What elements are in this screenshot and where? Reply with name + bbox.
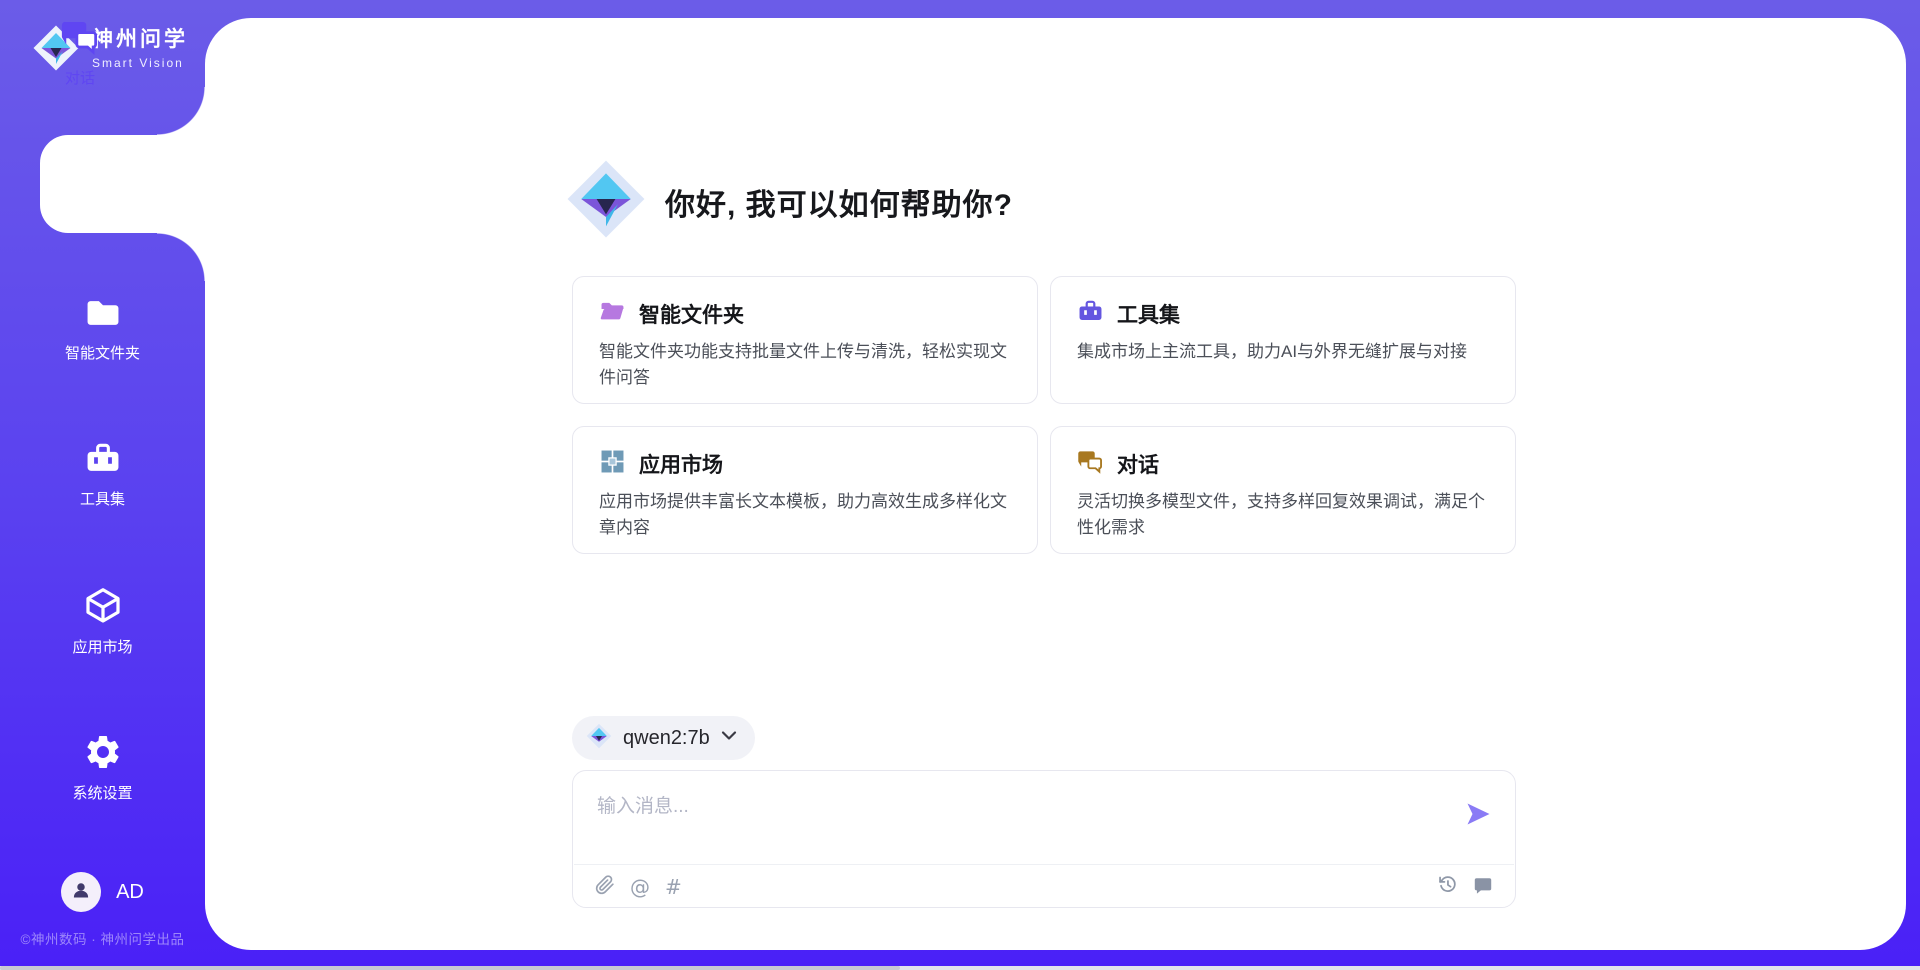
greeting-row: 你好, 我可以如何帮助你? xyxy=(565,158,1013,245)
diamond-logo-icon xyxy=(586,723,612,754)
message-input[interactable] xyxy=(573,771,1423,859)
main-panel: 你好, 我可以如何帮助你? 智能文件夹 智能文件夹功能支持批量文件上传与清洗，轻… xyxy=(205,18,1906,950)
grid-icon xyxy=(599,448,626,480)
card-title: 应用市场 xyxy=(639,449,723,479)
horizontal-scrollbar-thumb[interactable] xyxy=(0,966,900,970)
sidebar-item-chat[interactable] xyxy=(40,135,205,233)
model-selector[interactable]: qwen2:7b xyxy=(572,716,755,760)
card-description: 灵活切换多模型文件，支持多样回复效果调试，满足个性化需求 xyxy=(1077,489,1489,540)
message-composer: @ # xyxy=(572,770,1516,908)
card-smart-folder[interactable]: 智能文件夹 智能文件夹功能支持批量文件上传与清洗，轻松实现文件问答 xyxy=(572,276,1038,404)
attach-file-button[interactable] xyxy=(595,874,615,900)
composer-toolbar: @ # xyxy=(573,865,1515,908)
chevron-down-icon xyxy=(721,729,737,747)
sidebar-item-smart-folder[interactable]: 智能文件夹 xyxy=(0,294,205,361)
card-title: 工具集 xyxy=(1117,299,1180,329)
card-description: 应用市场提供丰富长文本模板，助力高效生成多样化文章内容 xyxy=(599,489,1011,540)
sidebar-item-label: 工具集 xyxy=(80,492,125,507)
history-button[interactable] xyxy=(1437,874,1458,899)
horizontal-scrollbar[interactable] xyxy=(0,966,1920,970)
card-app-market[interactable]: 应用市场 应用市场提供丰富长文本模板，助力高效生成多样化文章内容 xyxy=(572,426,1038,554)
sidebar: 神州问学 Smart Vision 对话 智能文件夹 xyxy=(0,0,205,970)
hash-icon: # xyxy=(665,877,682,897)
at-icon: @ xyxy=(630,877,650,897)
gear-icon xyxy=(83,732,123,777)
feature-cards: 智能文件夹 智能文件夹功能支持批量文件上传与清洗，轻松实现文件问答 工具集 集成… xyxy=(572,276,1516,554)
paperclip-icon xyxy=(595,874,615,900)
card-description: 集成市场上主流工具，助力AI与外界无缝扩展与对接 xyxy=(1077,339,1489,365)
sidebar-item-label: 系统设置 xyxy=(72,786,132,801)
card-description: 智能文件夹功能支持批量文件上传与清洗，轻松实现文件问答 xyxy=(599,339,1011,390)
card-title: 对话 xyxy=(1117,449,1159,479)
folder-open-icon xyxy=(599,298,626,330)
chat-icon xyxy=(60,17,100,62)
tab-fillet-top xyxy=(157,87,205,135)
person-icon xyxy=(69,878,93,907)
sidebar-item-label: 对话 xyxy=(65,71,95,86)
send-icon xyxy=(1464,815,1492,830)
chat-icon xyxy=(1077,448,1104,480)
sidebar-item-label: 应用市场 xyxy=(72,640,132,655)
page-title: 你好, 我可以如何帮助你? xyxy=(665,180,1013,224)
user-initials: AD xyxy=(116,881,144,904)
sidebar-item-app-market[interactable]: 应用市场 xyxy=(0,586,205,655)
folder-icon xyxy=(83,294,123,337)
avatar xyxy=(61,872,101,912)
card-title: 智能文件夹 xyxy=(639,299,744,329)
mention-button[interactable]: @ xyxy=(630,877,650,897)
brand-diamond-logo-icon xyxy=(565,158,647,245)
cube-icon xyxy=(83,586,123,631)
user-account[interactable]: AD xyxy=(0,872,205,912)
sidebar-item-label: 智能文件夹 xyxy=(65,346,140,361)
feedback-button[interactable] xyxy=(1473,875,1493,899)
tab-fillet-bottom xyxy=(157,233,205,281)
history-icon xyxy=(1437,874,1458,899)
send-button[interactable] xyxy=(1463,801,1493,829)
card-toolkit[interactable]: 工具集 集成市场上主流工具，助力AI与外界无缝扩展与对接 xyxy=(1050,276,1516,404)
copyright-footer: ©神州数码 · 神州问学出品 xyxy=(0,928,205,948)
card-chat[interactable]: 对话 灵活切换多模型文件，支持多样回复效果调试，满足个性化需求 xyxy=(1050,426,1516,554)
sidebar-item-chat-content[interactable]: 对话 xyxy=(0,17,160,86)
briefcase-icon xyxy=(1077,298,1104,330)
message-icon xyxy=(1473,875,1493,899)
sidebar-item-toolkit[interactable]: 工具集 xyxy=(0,440,205,507)
briefcase-icon xyxy=(83,440,123,483)
model-name: qwen2:7b xyxy=(623,727,710,750)
sidebar-item-settings[interactable]: 系统设置 xyxy=(0,732,205,801)
topic-button[interactable]: # xyxy=(665,877,682,897)
